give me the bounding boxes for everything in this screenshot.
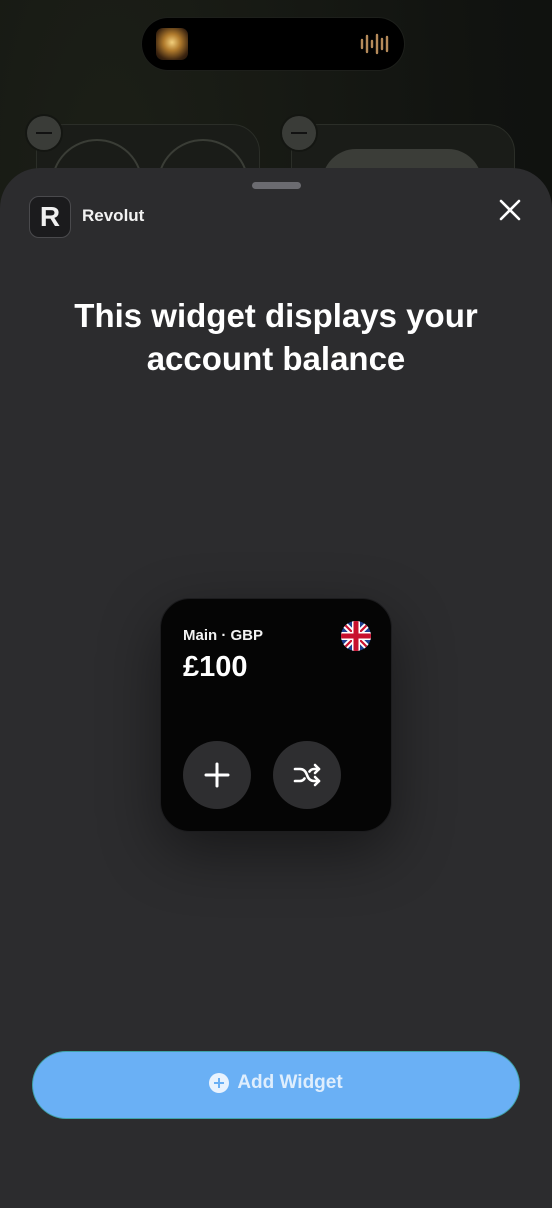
uk-flag-icon: [341, 621, 371, 651]
remove-widget-icon[interactable]: [27, 116, 61, 150]
app-name: Revolut: [82, 206, 145, 225]
add-circle-icon: [209, 1072, 230, 1093]
account-label: Main · GBP: [183, 627, 264, 644]
balance-widget-preview[interactable]: Main · GBP £100: [160, 598, 392, 832]
sheet-grabber[interactable]: [252, 182, 301, 189]
plus-icon: [204, 762, 230, 788]
page-title: This widget displays your account balanc…: [74, 297, 478, 377]
dynamic-island[interactable]: [142, 18, 404, 70]
close-icon: [499, 199, 521, 221]
add-money-button[interactable]: [183, 741, 251, 809]
add-widget-label: Add Widget: [237, 1071, 343, 1093]
revolut-app-icon: R: [29, 196, 71, 238]
album-art-icon: [156, 28, 188, 60]
audio-waveform-icon: [360, 33, 389, 55]
add-widget-button[interactable]: Add Widget: [33, 1052, 519, 1118]
close-button[interactable]: [494, 194, 526, 226]
exchange-button[interactable]: [273, 741, 341, 809]
exchange-icon: [293, 763, 321, 787]
remove-widget-icon[interactable]: [282, 116, 316, 150]
balance-amount: £100: [183, 651, 248, 683]
